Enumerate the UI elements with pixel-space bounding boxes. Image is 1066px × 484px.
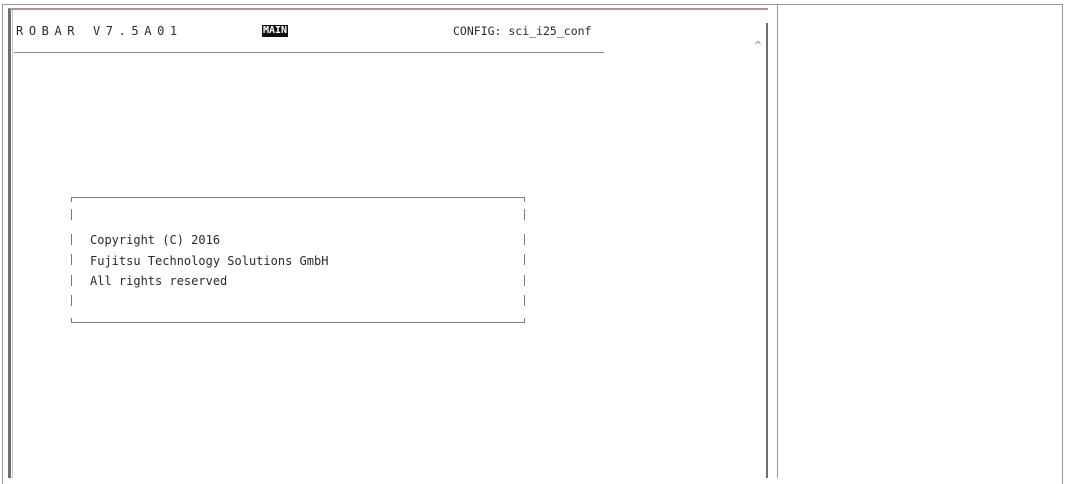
box-side-tick — [524, 295, 525, 306]
box-corner — [71, 197, 72, 202]
copyright-box: Copyright (C) 2016 Fujitsu Technology So… — [71, 197, 525, 323]
box-side-tick — [71, 209, 72, 220]
box-corner — [71, 318, 72, 323]
box-corner — [524, 197, 525, 202]
box-side-tick — [71, 295, 72, 306]
box-side-tick — [524, 254, 525, 265]
rights-line: All rights reserved — [90, 274, 228, 288]
box-side-tick — [71, 254, 72, 265]
chevron-up-icon[interactable]: ⌃ — [751, 40, 765, 54]
app-name: ROBAR V7.5A01 — [16, 24, 183, 38]
box-bottom-border — [71, 322, 525, 323]
box-side-tick — [524, 234, 525, 245]
box-side-tick — [524, 209, 525, 220]
company-line: Fujitsu Technology Solutions GmbH — [90, 254, 329, 268]
box-side-tick — [524, 275, 525, 286]
mode-badge: MAIN — [262, 25, 289, 37]
copyright-line: Copyright (C) 2016 — [90, 233, 221, 247]
config-label: CONFIG: sci_i25_conf — [453, 24, 592, 38]
box-corner — [524, 318, 525, 323]
box-side-tick — [71, 275, 72, 286]
terminal-status-line: ROBAR V7.5A01 MAIN CONFIG: sci_i25_conf — [14, 23, 604, 53]
column-divider — [777, 5, 778, 478]
terminal-window-edge — [766, 23, 768, 478]
box-side-tick — [71, 234, 72, 245]
box-top-border — [71, 197, 525, 198]
